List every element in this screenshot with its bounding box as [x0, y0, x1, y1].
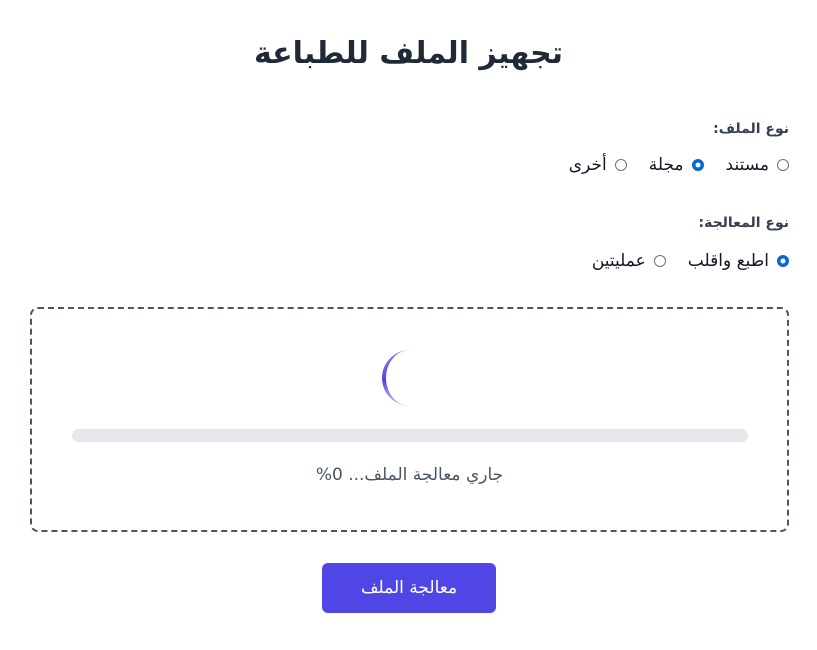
page-title: تجهيز الملف للطباعة	[253, 36, 564, 71]
process-file-button[interactable]: معالجة الملف	[322, 563, 496, 613]
progress-status-text: جاري معالجة الملف... 0%	[315, 465, 504, 485]
radio-other[interactable]	[614, 159, 627, 171]
radio-option-document[interactable]: مستند	[726, 155, 789, 175]
processing-type-label: نوع المعالجة:	[698, 215, 789, 231]
radio-other-label: أخرى	[568, 155, 607, 175]
radio-document[interactable]	[777, 159, 789, 171]
file-type-radio-group: مستند مجلة أخرى	[569, 151, 789, 179]
radio-option-print-flip[interactable]: اطبع واقلب	[688, 251, 789, 271]
processing-dropzone[interactable]: جاري معالجة الملف... 0%	[30, 307, 789, 532]
radio-print-flip-label: اطبع واقلب	[687, 251, 769, 271]
radio-option-magazine[interactable]: مجلة	[649, 155, 704, 175]
radio-option-two-operations[interactable]: عمليتين	[592, 251, 666, 271]
radio-magazine[interactable]	[691, 159, 704, 171]
radio-magazine-label: مجلة	[648, 155, 684, 175]
radio-two-operations-label: عمليتين	[591, 251, 646, 271]
file-type-label: نوع الملف:	[713, 121, 789, 137]
loading-spinner-icon	[382, 350, 410, 406]
radio-two-operations[interactable]	[653, 255, 666, 267]
radio-print-flip[interactable]	[777, 255, 789, 267]
radio-option-other[interactable]: أخرى	[569, 155, 627, 175]
processing-type-radio-group: اطبع واقلب عمليتين	[592, 247, 789, 275]
progress-bar	[72, 429, 748, 442]
radio-document-label: مستند	[725, 155, 769, 175]
